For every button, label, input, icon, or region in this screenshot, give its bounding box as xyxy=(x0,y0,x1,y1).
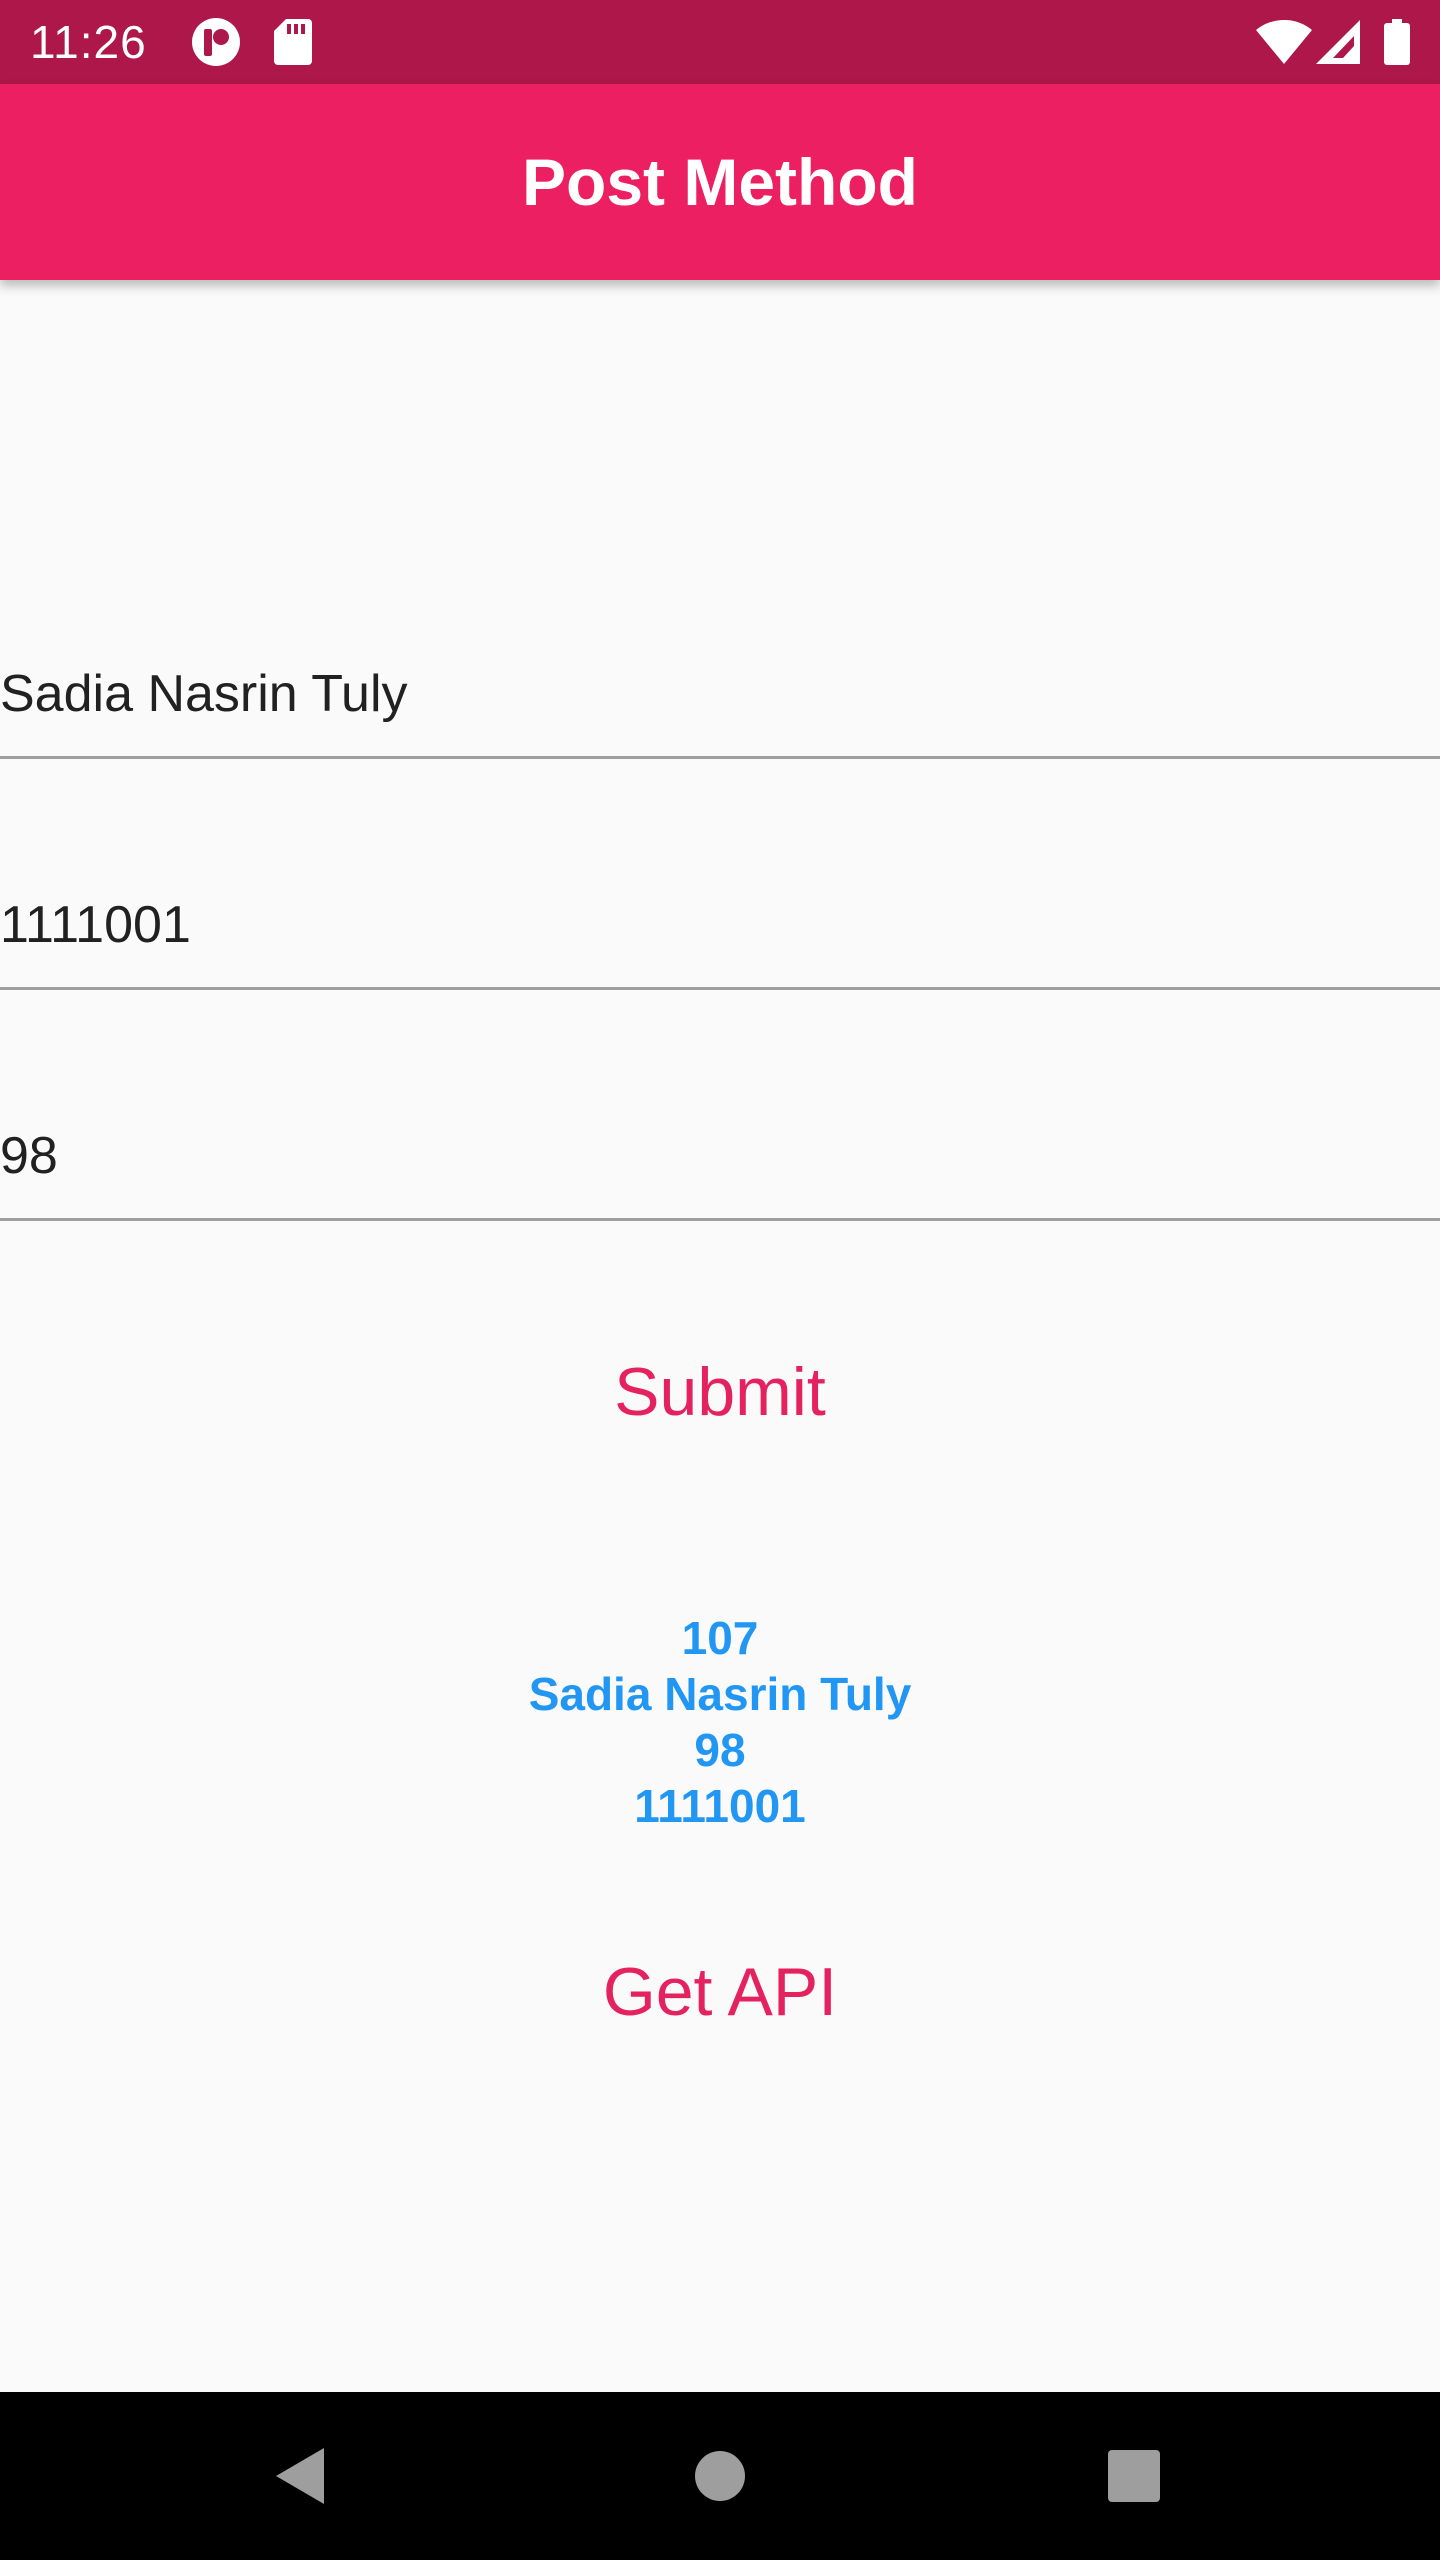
api-result: 107 Sadia Nasrin Tuly 98 1111001 xyxy=(0,1610,1440,1834)
battery-icon xyxy=(1384,0,1410,84)
result-id: 107 xyxy=(681,1612,759,1664)
navigation-bar xyxy=(0,2392,1440,2560)
app-bar: Post Method xyxy=(0,84,1440,280)
back-icon xyxy=(276,2448,324,2504)
recents-button[interactable] xyxy=(1054,2416,1214,2536)
name-input[interactable] xyxy=(0,636,1440,752)
score-input[interactable] xyxy=(0,1098,1440,1214)
result-name: Sadia Nasrin Tuly xyxy=(528,1668,912,1720)
name-field[interactable] xyxy=(0,636,1440,759)
status-time: 11:26 xyxy=(30,16,147,68)
result-score: 98 xyxy=(694,1724,746,1776)
app-notification-icon xyxy=(190,0,242,84)
home-icon xyxy=(695,2451,745,2501)
status-bar: 11:26 xyxy=(0,0,1440,84)
home-button[interactable] xyxy=(640,2416,800,2536)
back-button[interactable] xyxy=(220,2416,380,2536)
get-api-button[interactable]: Get API xyxy=(520,1932,920,2052)
id-field[interactable] xyxy=(0,867,1440,990)
page-title: Post Method xyxy=(522,145,918,219)
score-field[interactable] xyxy=(0,1098,1440,1221)
recents-icon xyxy=(1108,2450,1160,2502)
sd-card-icon xyxy=(274,0,312,84)
submit-button[interactable]: Submit xyxy=(520,1332,920,1452)
result-code: 1111001 xyxy=(634,1780,806,1832)
wifi-icon xyxy=(1256,0,1312,84)
cellular-signal-icon xyxy=(1316,0,1360,84)
id-input[interactable] xyxy=(0,867,1440,983)
